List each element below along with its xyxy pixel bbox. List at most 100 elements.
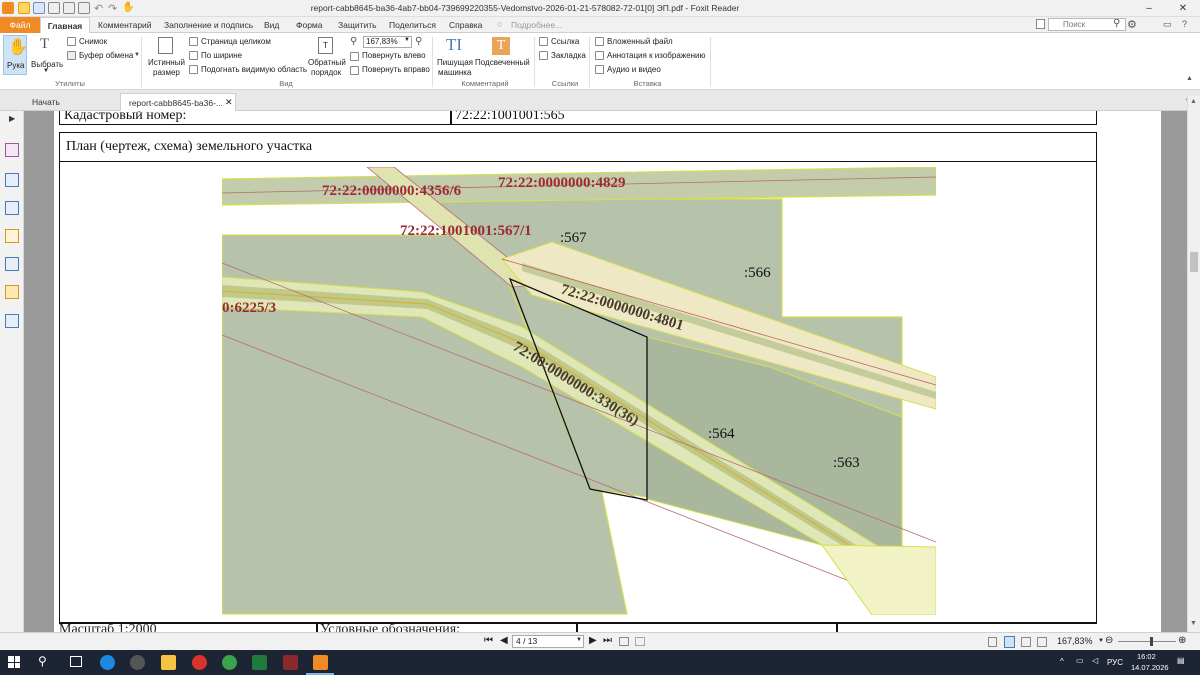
collapse-ribbon-icon[interactable]: ▲ — [1186, 75, 1193, 82]
tab-home[interactable]: Главная — [40, 17, 90, 34]
browser-icon[interactable] — [192, 655, 207, 670]
zoom-percent[interactable]: 167,83% — [1057, 636, 1093, 646]
tab-share[interactable]: Поделиться — [389, 20, 436, 30]
restore-icon[interactable]: ▭ — [1163, 19, 1172, 30]
zoom-in-button[interactable]: ⊕ — [1178, 635, 1186, 646]
edge-icon[interactable] — [100, 655, 115, 670]
tab-view[interactable]: Вид — [264, 20, 279, 30]
close-window-icon[interactable]: ✕ — [1166, 0, 1200, 17]
select-button[interactable]: T Выбрать ▼ — [30, 35, 64, 79]
notification-icon[interactable]: ▤ — [1177, 656, 1185, 665]
link-button[interactable]: Ссылка — [551, 37, 579, 46]
typewriter-button[interactable]: TI Пишущая машинка — [436, 35, 473, 79]
attach-file-button[interactable]: Вложенный файл — [607, 37, 673, 46]
cadastral-label: Кадастровый номер: — [59, 111, 452, 125]
help-icon[interactable]: ? — [1182, 19, 1187, 29]
file-explorer-icon[interactable] — [161, 655, 176, 670]
label-567-1: 72:22:1001001:567/1 — [400, 223, 532, 239]
clock-date[interactable]: 14.07.2026 — [1131, 663, 1169, 672]
windows-start-icon[interactable] — [8, 656, 20, 668]
fit-visible-button[interactable]: Подогнать видимую область — [201, 65, 307, 74]
gear-icon[interactable]: ⚙ — [1127, 18, 1137, 31]
go-forward-view-icon[interactable] — [635, 637, 645, 646]
tab-protect[interactable]: Защитить — [338, 20, 377, 30]
zoom-out-button[interactable]: ⊖ — [1105, 635, 1113, 646]
page-number-field[interactable]: 4 / 13 — [512, 635, 584, 648]
archive-icon[interactable] — [283, 655, 298, 670]
network-icon[interactable]: ▭ — [1076, 656, 1084, 665]
scroll-thumb[interactable] — [1190, 252, 1198, 272]
pages-icon[interactable] — [5, 173, 19, 187]
zoom-in-icon[interactable]: ⚲ — [415, 36, 422, 47]
fit-width-button[interactable]: По ширине — [201, 51, 242, 60]
tray-arrow-icon[interactable]: ^ — [1060, 657, 1064, 666]
hand-button[interactable]: ✋ Рука — [3, 35, 28, 75]
minimize-icon[interactable]: – — [1132, 0, 1166, 17]
clock-time[interactable]: 16:02 — [1137, 652, 1156, 661]
app-icon[interactable] — [130, 655, 145, 670]
prev-page-icon[interactable]: ◀ — [500, 635, 508, 646]
tab-start[interactable]: Начать — [24, 93, 120, 111]
rotate-right-button[interactable]: Повернуть вправо — [362, 65, 430, 74]
scroll-up-icon[interactable]: ▲ — [1190, 98, 1197, 105]
view-group-label: Вид — [279, 79, 293, 88]
label-6225: 0:6225/3 — [222, 300, 276, 316]
tab-help[interactable]: Справка — [449, 20, 482, 30]
menu-bar: Файл Главная Комментарий Заполнение и по… — [0, 17, 1200, 34]
signature-icon[interactable] — [5, 314, 19, 328]
vertical-scrollbar[interactable]: ▲ ▼ — [1187, 96, 1200, 632]
scroll-down-icon[interactable]: ▼ — [1190, 620, 1197, 627]
navigation-panel: ▶ — [0, 111, 24, 632]
close-tab-icon[interactable]: ✕ — [225, 97, 233, 108]
fit-page-button[interactable]: Страница целиком — [201, 37, 271, 46]
continuous-page-icon[interactable] — [1004, 636, 1015, 648]
volume-icon[interactable]: ◁ — [1092, 656, 1098, 665]
tab-fill-sign[interactable]: Заполнение и подпись — [164, 20, 253, 30]
single-page-icon[interactable] — [988, 637, 997, 647]
zoom-slider[interactable] — [1118, 641, 1176, 642]
tab-comment[interactable]: Комментарий — [98, 20, 152, 30]
attachments-icon[interactable] — [5, 257, 19, 271]
rotate-right-icon — [350, 66, 359, 75]
reverse-order-button[interactable]: T Обратный порядок — [306, 35, 346, 79]
camera-icon — [67, 37, 76, 46]
last-page-icon[interactable]: ⏭ — [603, 635, 612, 646]
tell-me-more[interactable]: Подробнее... — [511, 20, 562, 30]
file-menu[interactable]: Файл — [0, 17, 40, 33]
attachment-icon — [595, 37, 604, 46]
document-icon[interactable] — [1036, 19, 1045, 29]
link-icon — [539, 37, 548, 46]
security-lock-icon[interactable] — [5, 285, 19, 299]
language-indicator[interactable]: РУС — [1107, 658, 1123, 667]
excel-icon[interactable] — [252, 655, 267, 670]
chrome-icon[interactable] — [222, 655, 237, 670]
taskbar: ⚲ ^ ▭ ◁ РУС 16:02 14.07.2026 ▤ — [0, 650, 1200, 675]
page-thumbnails-icon[interactable] — [5, 143, 19, 157]
go-back-view-icon[interactable] — [619, 637, 629, 646]
actual-size-button[interactable]: Истинный размер — [146, 35, 186, 79]
zoom-out-icon[interactable]: ⚲ — [350, 36, 357, 47]
document-canvas[interactable]: Кадастровый номер: 72:22:1001001:565 Пла… — [24, 111, 1187, 632]
search-icon[interactable]: ⚲ — [38, 654, 47, 668]
first-page-icon[interactable]: ⏮ — [484, 635, 493, 646]
audio-video-button[interactable]: Аудио и видео — [607, 65, 661, 74]
layers-icon[interactable] — [5, 201, 19, 215]
continuous-facing-icon[interactable] — [1037, 637, 1047, 647]
image-annotation-button[interactable]: Аннотация к изображению — [607, 51, 705, 60]
snapshot-button[interactable]: Снимок — [79, 37, 107, 46]
fit-visible-icon — [189, 65, 198, 74]
foxit-reader-taskbar-icon[interactable] — [313, 655, 328, 670]
comments-icon[interactable] — [5, 229, 19, 243]
highlight-button[interactable]: T Подсвеченный — [475, 35, 531, 79]
clipboard-button[interactable]: Буфер обмена — [79, 51, 133, 60]
expand-panel-icon[interactable]: ▶ — [9, 114, 15, 123]
tab-report[interactable]: report-cabb8645-ba36-... — [120, 93, 236, 111]
bookmark-button[interactable]: Закладка — [551, 51, 586, 60]
search-icon[interactable]: ⚲ — [1113, 18, 1120, 29]
facing-page-icon[interactable] — [1021, 637, 1031, 647]
task-view-icon[interactable] — [70, 656, 82, 667]
tab-form[interactable]: Форма — [296, 20, 323, 30]
rotate-left-button[interactable]: Повернуть влево — [362, 51, 426, 60]
next-page-icon[interactable]: ▶ — [589, 635, 597, 646]
zoom-slider-thumb[interactable] — [1150, 637, 1153, 646]
